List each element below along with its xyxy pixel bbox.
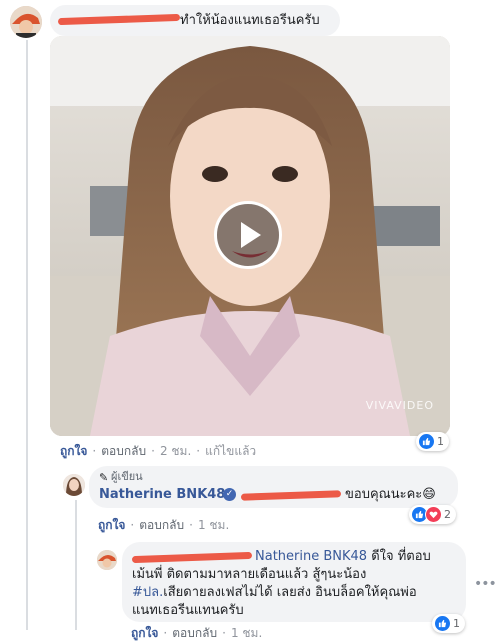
like-reaction-icon xyxy=(434,615,451,632)
commenter-avatar[interactable] xyxy=(10,6,42,38)
reply-line-1: Natherine BNK48 ดีใจ ที่ตอบ xyxy=(255,548,431,566)
reply-text-3: เสียดายลงเฟสไม่ได้ เลยส่ง อินบล็อคให้คุณ… xyxy=(163,585,417,600)
author-badge: ผู้เขียน xyxy=(111,470,143,483)
reaction-count: 1 xyxy=(437,435,444,448)
reaction-summary[interactable]: 2 xyxy=(409,505,456,524)
mention-link[interactable]: Natherine BNK48 xyxy=(255,549,367,564)
reply-link[interactable]: ตอบกลับ xyxy=(172,626,217,640)
like-link[interactable]: ถูกใจ xyxy=(98,518,125,532)
comment-text: ทำให้น้องแนทเธอรีนครับ xyxy=(180,13,320,28)
reply-line-2: เม้นพี่ ติดตามมาหลายเดือนแล้ว สู้ๆนะน้อง xyxy=(132,567,367,582)
like-reaction-icon xyxy=(418,433,435,450)
love-reaction-icon xyxy=(425,506,442,523)
reply-text-body: ขอบคุณนะคะ xyxy=(345,487,423,502)
author-name[interactable]: Natherine BNK48 xyxy=(99,486,225,503)
reply-link[interactable]: ตอบกลับ xyxy=(101,444,146,458)
smile-emoji: 😄 xyxy=(422,487,436,502)
like-link[interactable]: ถูกใจ xyxy=(131,626,158,640)
author-avatar[interactable] xyxy=(63,474,85,496)
comment-actions: ถูกใจ · ตอบกลับ · 2 ชม. · แก้ไขแล้ว xyxy=(60,444,257,458)
play-icon xyxy=(241,222,261,248)
reaction-count: 2 xyxy=(444,508,451,521)
ellipsis-icon[interactable]: ••• xyxy=(474,576,497,592)
reply-bubble: Natherine BNK48 ดีใจ ที่ตอบ เม้นพี่ ติดต… xyxy=(122,542,466,622)
reply-line-4: แนทเธอรีนแทนครับ xyxy=(132,603,244,618)
redacted-author-name[interactable] xyxy=(57,13,181,26)
video-player[interactable]: VIVAVIDEO xyxy=(50,36,450,436)
reaction-summary[interactable]: 1 xyxy=(416,432,449,451)
reply-text: ขอบคุณนะคะ😄 xyxy=(345,486,436,503)
reaction-summary[interactable]: 1 xyxy=(432,614,465,633)
play-button[interactable] xyxy=(214,201,282,269)
redacted-mention[interactable] xyxy=(240,490,342,501)
reply-line-3: #ปล.เสียดายลงเฟสไม่ได้ เลยส่ง อินบล็อคให… xyxy=(132,584,417,602)
thread-line xyxy=(26,40,28,630)
timestamp[interactable]: 1 ชม. xyxy=(231,626,262,640)
like-link[interactable]: ถูกใจ xyxy=(60,444,87,458)
edited-label[interactable]: แก้ไขแล้ว xyxy=(205,444,256,458)
verified-badge-icon: ✓ xyxy=(223,488,236,501)
pencil-icon: ✎ xyxy=(99,471,109,484)
reply-actions: ถูกใจ · ตอบกลับ · 1 ชม. xyxy=(131,626,263,640)
commenter-avatar[interactable] xyxy=(97,550,117,570)
thread-line xyxy=(75,500,77,630)
redacted-author-name[interactable] xyxy=(131,551,253,564)
hashtag-link[interactable]: #ปล. xyxy=(132,585,163,600)
reply-bubble-author: ✎ ผู้เขียน Natherine BNK48 ✓ ขอบคุณนะคะ😄 xyxy=(89,466,458,508)
reply-link[interactable]: ตอบกลับ xyxy=(139,518,184,532)
timestamp[interactable]: 2 ชม. xyxy=(160,444,191,458)
reply-actions: ถูกใจ · ตอบกลับ · 1 ชม. xyxy=(98,518,230,532)
reply-text-1: ดีใจ ที่ตอบ xyxy=(371,549,431,564)
reaction-count: 1 xyxy=(453,617,460,630)
comment-bubble: ทำให้น้องแนทเธอรีนครับ xyxy=(50,5,340,36)
video-watermark: VIVAVIDEO xyxy=(365,399,434,412)
timestamp[interactable]: 1 ชม. xyxy=(198,518,229,532)
